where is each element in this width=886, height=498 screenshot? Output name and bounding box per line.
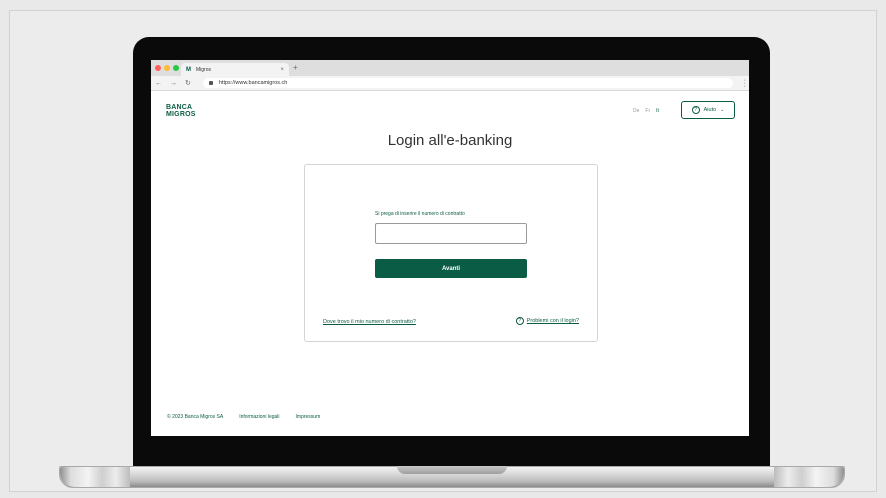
login-problems-link[interactable]: ? Problemi con il login? — [515, 317, 579, 325]
question-icon: ? — [515, 317, 524, 325]
forward-arrow-icon[interactable]: → — [170, 80, 177, 87]
close-window-icon[interactable] — [155, 65, 161, 71]
where-contract-number-link[interactable]: Dove trovo il mio numero di contratto? — [323, 319, 416, 325]
banca-migros-logo[interactable]: BANCA MIGROS — [166, 104, 196, 118]
back-arrow-icon[interactable]: ← — [155, 80, 162, 87]
maximize-window-icon[interactable] — [173, 65, 179, 71]
copyright-text: © 2023 Banca Migros SA — [167, 414, 224, 420]
laptop-notch — [397, 466, 507, 474]
reload-icon[interactable]: ↻ — [185, 80, 191, 87]
impressum-link[interactable]: Impressum — [296, 414, 321, 420]
language-fr[interactable]: Fr — [645, 108, 650, 114]
laptop-base-left-edge — [60, 467, 130, 487]
logo-line-banca: BANCA — [166, 104, 193, 111]
question-icon: ? — [691, 106, 700, 114]
tab-title: Migros — [196, 66, 212, 73]
new-tab-icon[interactable]: + — [293, 64, 298, 72]
browser-address-bar: ← → ↻ https://www.bancamigros.ch — [151, 76, 749, 91]
help-label: Aiuto — [703, 107, 717, 113]
help-button[interactable]: ? Aiuto ⌄ — [681, 101, 735, 119]
submit-button[interactable]: Avanti — [375, 259, 527, 278]
language-it[interactable]: It — [656, 108, 659, 114]
minimize-window-icon[interactable] — [164, 65, 170, 71]
browser-menu-icon[interactable]: · · · — [744, 77, 746, 90]
chevron-down-icon: ⌄ — [720, 107, 725, 113]
browser-tab[interactable]: M Migros × — [181, 63, 289, 76]
footer: © 2023 Banca Migros SA Informazioni lega… — [167, 414, 320, 420]
window-controls — [155, 65, 179, 71]
migros-favicon-icon: M — [186, 66, 191, 73]
url-field[interactable]: https://www.bancamigros.ch — [202, 78, 733, 88]
laptop-screen: M Migros × + ← → ↻ https://www.bancamigr… — [151, 60, 749, 436]
page-title: Login all'e-banking — [387, 132, 513, 149]
logo-line-migros: MIGROS — [166, 111, 196, 118]
language-switcher: De Fr It — [633, 108, 659, 114]
login-problems-label: Problemi con il login? — [526, 318, 579, 324]
lock-icon — [208, 81, 213, 85]
contract-number-input[interactable] — [375, 223, 527, 244]
contract-number-label: Si prega di inserire il numero di contra… — [375, 211, 465, 217]
login-card: Si prega di inserire il numero di contra… — [304, 164, 598, 342]
browser-tab-bar: M Migros × + — [151, 60, 749, 76]
url-text: https://www.bancamigros.ch — [218, 80, 288, 86]
tab-close-icon[interactable]: × — [280, 67, 284, 73]
language-de[interactable]: De — [633, 108, 639, 114]
legal-info-link[interactable]: Informazioni legali — [239, 414, 279, 420]
laptop-base-right-edge — [774, 467, 844, 487]
page-content: BANCA MIGROS De Fr It ? Aiuto ⌄ Login al… — [151, 91, 749, 436]
